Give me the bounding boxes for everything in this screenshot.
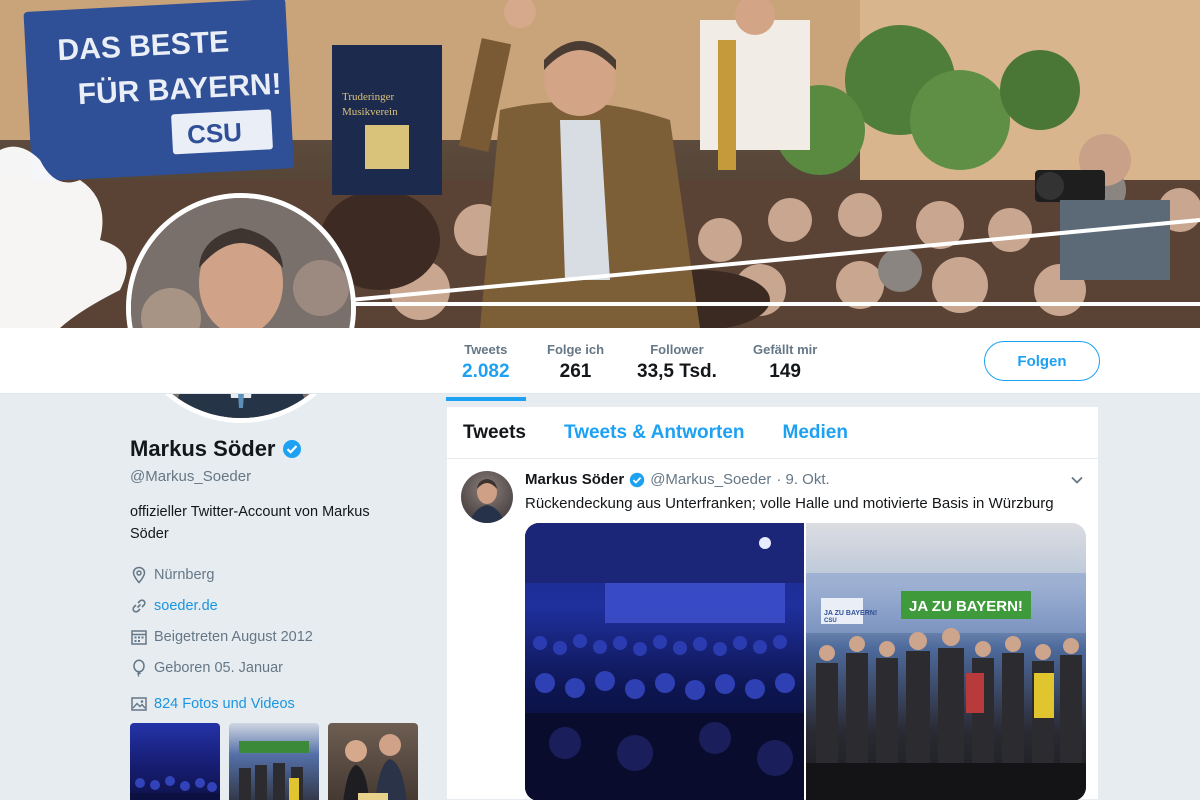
stat-tweets[interactable]: Tweets 2.082 [446, 342, 525, 401]
tweet-author-avatar[interactable] [461, 471, 513, 523]
media-thumbnail[interactable] [328, 723, 418, 800]
tweet-photo-hall[interactable] [525, 523, 804, 800]
tweet[interactable]: Markus Söder @Markus_Soeder · 9. Okt. Rü… [447, 459, 1098, 800]
calendar-icon [131, 629, 147, 645]
website-link[interactable]: soeder.de [154, 598, 218, 614]
tweet-media[interactable]: JA ZU BAYERN! JA ZU BAYERN! CSU [525, 523, 1086, 800]
tab-tweets-replies[interactable]: Tweets & Antworten [564, 422, 745, 444]
svg-text:Musikverein: Musikverein [342, 106, 398, 118]
tweet-text: Rückendeckung aus Unterfranken; volle Ha… [525, 495, 1054, 512]
link-icon [132, 598, 146, 613]
profile-birthday: Geboren 05. Januar [130, 652, 420, 683]
timeline: Tweets Tweets & Antworten Medien Markus … [446, 406, 1099, 800]
follow-button[interactable]: Folgen [984, 341, 1100, 381]
stat-followers-label: Follower [650, 342, 704, 357]
profile-website: soeder.de [130, 590, 420, 621]
location-text: Nürnberg [154, 566, 215, 583]
hall-photo [525, 523, 804, 800]
stage-sign-logo: CSU [824, 618, 837, 624]
verified-badge-icon [282, 440, 301, 458]
timeline-tabs: Tweets Tweets & Antworten Medien [447, 407, 1098, 459]
tweet-author-name[interactable]: Markus Söder [525, 471, 624, 488]
media-thumbnail[interactable] [229, 723, 319, 800]
stat-followers-value: 33,5 Tsd. [637, 361, 717, 382]
tweet-date[interactable]: · 9. Okt. [776, 471, 829, 488]
stat-likes-value: 149 [769, 361, 801, 382]
balloon-icon [133, 658, 145, 677]
stat-followers[interactable]: Follower 33,5 Tsd. [637, 342, 717, 383]
tab-tweets[interactable]: Tweets [463, 422, 526, 444]
tweet-header: Markus Söder @Markus_Soeder · 9. Okt. [525, 471, 830, 488]
stat-following-value: 261 [559, 361, 592, 382]
profile-name[interactable]: Markus Söder [130, 436, 276, 462]
location-pin-icon [132, 566, 146, 584]
joined-text: Beigetreten August 2012 [154, 628, 313, 645]
media-thumbnails [130, 723, 420, 800]
svg-text:Truderinger: Truderinger [342, 91, 394, 103]
thumbnail-photo [343, 734, 407, 800]
profile-joined: Beigetreten August 2012 [130, 621, 420, 652]
media-thumbnail[interactable] [130, 723, 220, 800]
stage-banner-text: JA ZU BAYERN! [909, 598, 1023, 615]
tweet-author-handle[interactable]: @Markus_Soeder [650, 471, 771, 488]
tab-media[interactable]: Medien [783, 422, 848, 444]
tweet-avatar-portrait [469, 479, 505, 523]
stat-likes-label: Gefällt mir [753, 342, 818, 357]
photo-icon [131, 697, 147, 711]
thumbnail-photo [239, 741, 309, 800]
stat-likes[interactable]: Gefällt mir 149 [753, 342, 817, 383]
chevron-down-icon[interactable] [1070, 473, 1084, 487]
profile-location: Nürnberg [130, 559, 420, 590]
profile-meta: Nürnberg soeder.de Beigetreten August 20… [130, 559, 420, 683]
stat-tweets-label: Tweets [464, 342, 508, 357]
stat-tweets-value: 2.082 [462, 361, 510, 382]
svg-text:CSU: CSU [186, 117, 242, 150]
stage-photo: JA ZU BAYERN! JA ZU BAYERN! CSU [806, 573, 1086, 800]
photos-videos-label: 824 Fotos und Videos [154, 696, 295, 712]
profile-name-row: Markus Söder [130, 436, 420, 462]
profile-handle[interactable]: @Markus_Soeder [130, 468, 420, 485]
stat-following[interactable]: Folge ich 261 [547, 342, 604, 383]
stat-following-label: Folge ich [547, 342, 605, 357]
stage-sign-text: JA ZU BAYERN! [824, 610, 877, 617]
birthday-text: Geboren 05. Januar [154, 659, 283, 676]
photos-videos-link[interactable]: 824 Fotos und Videos [130, 695, 420, 713]
profile-sidebar: Markus Söder @Markus_Soeder offizieller … [130, 436, 420, 800]
verified-badge-icon [630, 472, 645, 487]
thumbnail-photo [130, 776, 220, 800]
profile-bio: offizieller Twitter-Account von Markus S… [130, 504, 370, 542]
tweet-photo-stage[interactable]: JA ZU BAYERN! JA ZU BAYERN! CSU [806, 523, 1086, 800]
